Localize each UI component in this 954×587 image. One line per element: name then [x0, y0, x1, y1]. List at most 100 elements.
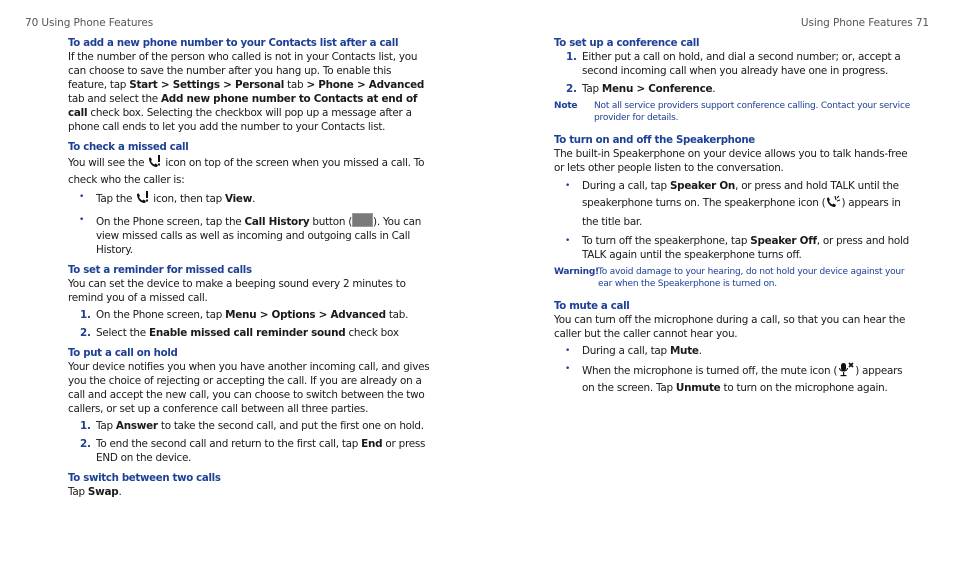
speakerphone-icon: [825, 194, 841, 214]
bold-text: > Phone > Advanced: [306, 79, 425, 91]
bullet-marker: •: [565, 181, 571, 191]
section-speakerphone: To turn on and off the Speakerphone The …: [554, 134, 914, 290]
section-switch: To switch between two calls Tap Swap.: [68, 472, 430, 499]
bold-text: End: [361, 438, 383, 450]
bold-text: Unmute: [675, 382, 721, 394]
step-list: 1. Either put a call on hold, and dial a …: [554, 50, 914, 96]
text: to take the second call, and put the fir…: [157, 420, 424, 432]
text: Select the: [96, 327, 149, 339]
bullet-list: • During a call, tap Mute. • When the micr…: [554, 344, 914, 395]
bold-text: Enable missed call reminder sound: [148, 327, 346, 339]
text: Tap: [68, 486, 88, 498]
section-heading: To set a reminder for missed calls: [68, 265, 252, 276]
bold-text: Swap: [87, 486, 119, 498]
section-paragraph: If the number of the person who called i…: [68, 50, 430, 134]
section-paragraph: Your device notifies you when you have a…: [68, 361, 430, 415]
note-callout: Note Not all service providers support c…: [554, 100, 914, 124]
text: To turn off the speakerphone, tap: [582, 235, 751, 247]
section-paragraph: You will see the icon on top of the scre…: [68, 154, 430, 187]
warning-label: Warning!: [554, 267, 599, 277]
text: tab: [284, 79, 307, 91]
text: During a call, tap: [582, 345, 670, 357]
step-list: 1. On the Phone screen, tap Menu > Option…: [68, 308, 430, 340]
step-list: 1. Tap Answer to take the second call, an…: [68, 419, 430, 465]
list-item: • During a call, tap Mute.: [554, 344, 914, 358]
text: .: [118, 486, 122, 498]
section-paragraph: Tap Swap.: [68, 485, 430, 499]
section-add-number: To add a new phone number to your Contac…: [68, 37, 430, 134]
text: You will see the: [68, 157, 148, 169]
section-paragraph: You can set the device to make a beeping…: [68, 278, 406, 304]
list-item: • Tap the icon, then tap View.: [68, 190, 430, 209]
text: to turn on the microphone again.: [720, 382, 888, 394]
section-missed-call: To check a missed call You will see the …: [68, 141, 430, 257]
list-item: 1. Either put a call on hold, and dial a …: [554, 50, 914, 78]
bullet-list: • Tap the icon, then tap View. • On the Ph…: [68, 190, 430, 257]
step-number: 2.: [80, 438, 91, 450]
text: When the microphone is turned off, the m…: [582, 365, 838, 377]
section-heading: To put a call on hold: [68, 348, 178, 359]
note-text: Not all service providers support confer…: [594, 101, 911, 123]
text: tab and select the: [68, 93, 161, 105]
text: To end the second call and return to the…: [96, 438, 362, 450]
text: Tap: [96, 420, 116, 432]
section-hold: To put a call on hold Your device notifi…: [68, 347, 430, 465]
bold-text: Call History: [244, 216, 310, 228]
missed-call-icon: [135, 190, 150, 209]
bullet-marker: •: [565, 346, 571, 356]
bold-text: View: [224, 193, 253, 205]
section-paragraph: The built-in Speakerphone on your device…: [554, 148, 908, 174]
warning-callout: Warning! To avoid damage to your hearing…: [554, 266, 914, 290]
step-number: 1.: [566, 51, 577, 63]
left-running-header: 70 Using Phone Features: [25, 17, 154, 29]
bold-text: Menu > Options > Advanced: [225, 309, 386, 321]
text: Tap: [582, 83, 602, 95]
right-page: Using Phone Features 71 To set up a conf…: [477, 0, 954, 587]
list-item: 2. Select the Enable missed call reminder…: [68, 326, 430, 340]
bullet-marker: •: [79, 192, 85, 202]
left-page: 70 Using Phone Features To add a new pho…: [0, 0, 477, 587]
text: button (: [309, 216, 353, 228]
bold-text: Speaker Off: [750, 235, 817, 247]
list-item: 1. On the Phone screen, tap Menu > Option…: [68, 308, 430, 322]
section-heading: To add a new phone number to your Contac…: [68, 38, 399, 49]
list-item: • On the Phone screen, tap the Call Histo…: [68, 213, 430, 257]
bullet-list: • During a call, tap Speaker On, or press…: [554, 178, 914, 262]
right-page-content: To set up a conference call 1. Either put…: [554, 37, 914, 402]
text: tab.: [385, 309, 409, 321]
section-paragraph: You can turn off the microphone during a…: [554, 314, 906, 340]
text: Tap the: [96, 193, 136, 205]
section-heading: To set up a conference call: [554, 38, 700, 49]
list-item: 2. To end the second call and return to t…: [68, 437, 430, 465]
bullet-marker: •: [565, 236, 571, 246]
text: check box: [345, 327, 399, 339]
section-heading: To check a missed call: [68, 142, 189, 153]
step-number: 1.: [80, 309, 91, 321]
list-item: • To turn off the speakerphone, tap Speak…: [554, 234, 914, 262]
bold-text: Answer: [115, 420, 158, 432]
step-number: 2.: [80, 327, 91, 339]
note-label: Note: [554, 101, 578, 111]
section-heading: To mute a call: [554, 301, 630, 312]
section-heading: To turn on and off the Speakerphone: [554, 135, 755, 146]
text: .: [252, 193, 256, 205]
list-item: 1. Tap Answer to take the second call, an…: [68, 419, 430, 433]
section-reminder: To set a reminder for missed calls You c…: [68, 264, 430, 340]
bold-text: Mute: [669, 345, 699, 357]
text: check box. Selecting the checkbox will p…: [68, 107, 412, 133]
section-heading: To switch between two calls: [68, 473, 221, 484]
step-number: 1.: [80, 420, 91, 432]
left-page-content: To add a new phone number to your Contac…: [68, 37, 430, 506]
mute-microphone-icon: [837, 362, 855, 381]
bold-text: Menu > Conference: [601, 83, 713, 95]
bullet-marker: •: [79, 215, 85, 225]
section-mute: To mute a call You can turn off the micr…: [554, 300, 914, 395]
bold-text: Speaker On: [669, 180, 736, 192]
right-running-header: Using Phone Features 71: [800, 17, 929, 29]
text: On the Phone screen, tap: [96, 309, 226, 321]
list-item: • When the microphone is turned off, the …: [554, 362, 914, 395]
list-item: • During a call, tap Speaker On, or press…: [554, 178, 914, 230]
warning-text: To avoid damage to your hearing, do not …: [598, 267, 905, 289]
call-history-button-icon: [352, 213, 374, 227]
step-number: 2.: [566, 83, 577, 95]
